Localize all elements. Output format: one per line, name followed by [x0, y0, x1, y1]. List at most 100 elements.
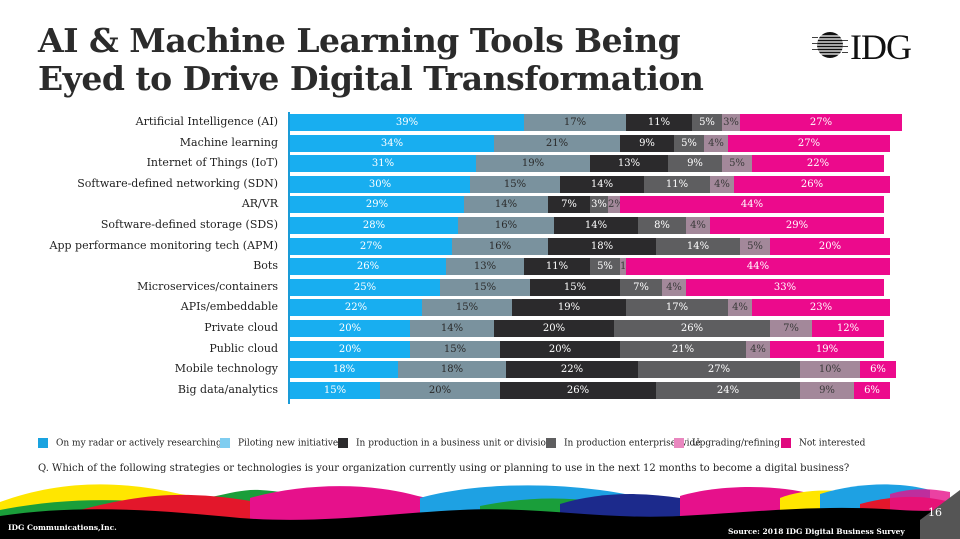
category-label: Software-defined networking (SDN) — [77, 176, 278, 190]
data-label: 29% — [785, 220, 809, 231]
data-label: 7% — [783, 323, 799, 334]
legend-item: In production in a business unit or divi… — [338, 438, 552, 449]
data-label: 14% — [686, 240, 710, 252]
data-label: 21% — [671, 343, 695, 355]
data-label: 20% — [548, 343, 572, 355]
data-label: 33% — [773, 281, 797, 293]
category-label: App performance monitoring tech (APM) — [49, 238, 279, 252]
category-label: AR/VR — [241, 197, 278, 211]
data-label: 4% — [714, 178, 730, 190]
data-label: 27% — [797, 137, 821, 149]
category-label: Microservices/containers — [137, 279, 278, 293]
legend-item: Upgrading/refining — [674, 438, 780, 449]
legend-swatch — [38, 438, 48, 448]
data-label: 18% — [590, 240, 614, 252]
data-label: 4% — [750, 343, 766, 355]
data-label: 17% — [563, 117, 587, 128]
data-label: 13% — [617, 158, 641, 170]
data-label: 29% — [365, 199, 389, 211]
data-label: 3% — [723, 117, 739, 128]
data-label: 15% — [473, 281, 497, 293]
data-label: 4% — [732, 302, 748, 314]
data-label: 22% — [560, 364, 584, 376]
data-label: 23% — [809, 302, 833, 314]
data-label: 9% — [819, 384, 835, 396]
data-label: 6% — [870, 364, 886, 376]
data-label: 27% — [359, 240, 383, 252]
category-label: Private cloud — [204, 321, 278, 334]
data-label: 18% — [440, 364, 464, 376]
data-label: 13% — [473, 261, 497, 273]
data-label: 27% — [707, 364, 731, 376]
data-label: 5% — [747, 240, 763, 252]
data-label: 18% — [332, 364, 356, 376]
data-label: 19% — [815, 343, 839, 355]
data-label: 14% — [590, 178, 614, 190]
category-label: Internet of Things (IoT) — [146, 156, 278, 170]
footer-company: IDG Communications,Inc. — [8, 523, 117, 532]
data-label: 4% — [666, 281, 682, 293]
data-label: 8% — [654, 220, 670, 231]
data-label: 26% — [800, 178, 824, 190]
data-label: 34% — [380, 137, 404, 149]
legend-label: Upgrading/refining — [692, 438, 780, 449]
data-label: 9% — [687, 158, 703, 170]
data-label: 44% — [740, 199, 764, 211]
category-label: Software-defined storage (SDS) — [100, 218, 278, 231]
category-label: Artificial Intelligence (AI) — [135, 115, 278, 128]
data-label: 15% — [563, 281, 587, 293]
data-label: 26% — [566, 384, 590, 396]
legend-label: In production in a business unit or divi… — [356, 438, 552, 449]
legend-label: On my radar or actively researching — [56, 438, 222, 449]
data-label: 6% — [864, 384, 880, 396]
category-label: Public cloud — [209, 341, 278, 355]
data-label: 20% — [338, 323, 362, 334]
legend-swatch — [338, 438, 348, 448]
data-label: 30% — [368, 178, 392, 190]
data-label: 19% — [557, 302, 581, 314]
data-label: 14% — [584, 220, 608, 231]
page-number: 16 — [928, 506, 942, 519]
data-label: 20% — [818, 240, 842, 252]
data-label: 27% — [809, 117, 833, 128]
data-label: 5% — [699, 117, 715, 128]
data-label: 26% — [356, 261, 380, 273]
category-label: Big data/analytics — [177, 382, 278, 396]
data-label: 22% — [806, 158, 830, 170]
data-label: 20% — [542, 323, 566, 334]
data-label: 4% — [708, 137, 724, 149]
data-label: 17% — [665, 302, 689, 314]
stacked-bar-chart: Artificial Intelligence (AI) 39% 17% 11% 5% 3… — [0, 0, 960, 430]
legend-item: Not interested — [781, 438, 865, 449]
legend-swatch — [220, 438, 230, 448]
data-label: 44% — [746, 261, 770, 273]
data-label: 10% — [818, 364, 842, 376]
data-label: 7% — [633, 281, 649, 293]
data-label: 9% — [639, 137, 655, 149]
data-label: 3% — [591, 199, 607, 211]
footer-source: Source: 2018 IDG Digital Business Survey — [728, 527, 905, 536]
legend-swatch — [674, 438, 684, 448]
legend-item: Piloting new initiatives — [220, 438, 343, 449]
data-label: 31% — [371, 158, 395, 170]
category-label: Bots — [253, 259, 278, 273]
data-label: 16% — [494, 220, 518, 231]
data-label: 14% — [440, 323, 464, 334]
data-label: 22% — [344, 302, 368, 314]
legend-label: Piloting new initiatives — [238, 438, 343, 449]
data-label: 20% — [428, 384, 452, 396]
data-label: 15% — [323, 384, 347, 396]
data-label: 11% — [647, 117, 671, 128]
category-label: APIs/embeddable — [180, 300, 278, 314]
data-label: 24% — [716, 384, 740, 396]
data-label: 5% — [681, 137, 697, 149]
data-label: 19% — [521, 158, 545, 170]
data-label: 15% — [503, 178, 527, 190]
data-label: 25% — [353, 281, 377, 293]
legend-swatch — [546, 438, 556, 448]
data-label: 11% — [545, 261, 569, 273]
survey-question: Q. Which of the following strategies or … — [38, 463, 850, 474]
data-label: 20% — [338, 343, 362, 355]
legend-swatch — [781, 438, 791, 448]
legend-item: On my radar or actively researching — [38, 438, 222, 449]
